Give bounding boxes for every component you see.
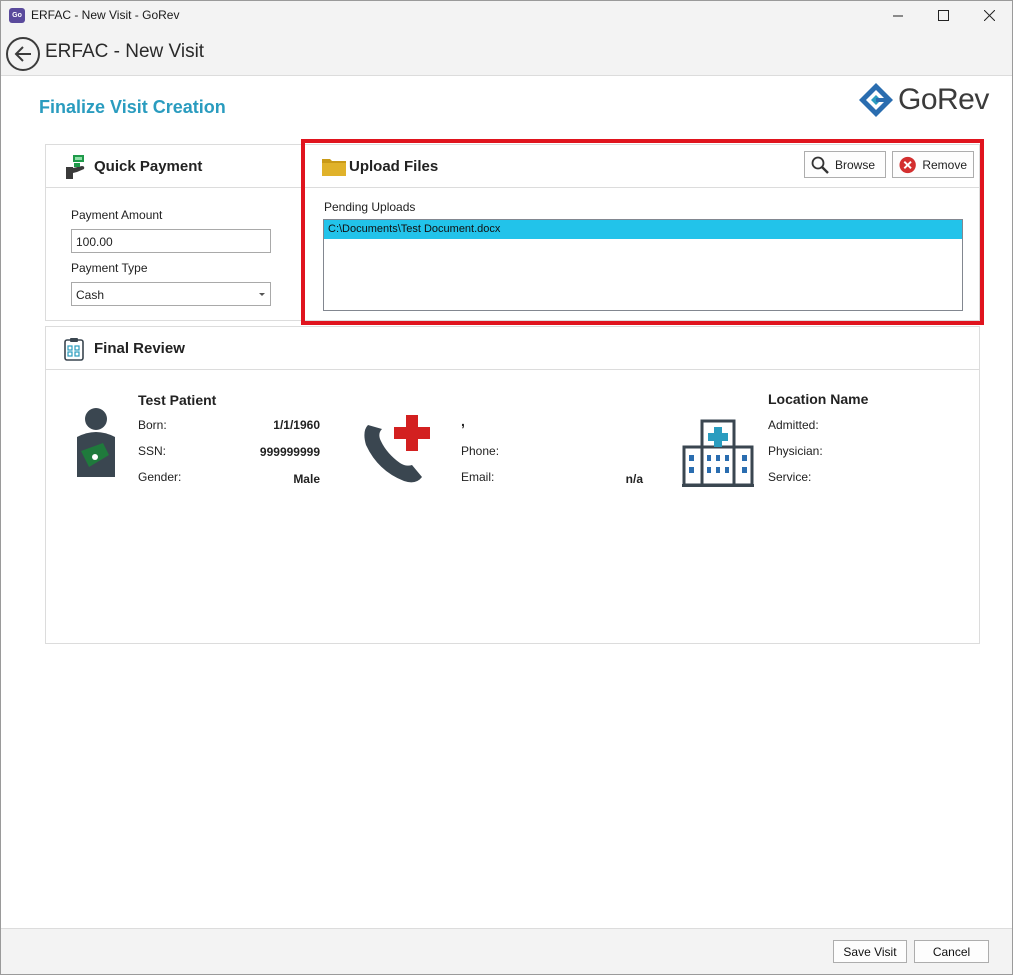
back-button[interactable] [6,37,40,71]
browse-label: Browse [835,157,876,172]
maximize-button[interactable] [920,0,966,31]
gender-value: Male [293,472,320,486]
close-window-button[interactable] [966,0,1012,31]
list-item[interactable]: C:\Documents\Test Document.docx [324,220,962,239]
final-review-panel: Final Review Test Patient Born: 1/1/1960… [45,326,980,644]
arrow-left-icon [14,46,31,62]
payment-type-label: Payment Type [71,261,148,275]
phone-medical-cross-icon [364,415,430,483]
service-label: Service: [768,470,812,484]
folder-icon [322,159,346,176]
final-review-title: Final Review [94,340,185,357]
born-label: Born: [138,418,167,432]
payment-amount-input[interactable]: 100.00 [71,229,271,253]
browse-button[interactable]: Browse [804,151,886,178]
maximize-icon [937,10,949,21]
header-bar: ERFAC - New Visit [0,31,1013,76]
born-value: 1/1/1960 [273,418,320,432]
remove-label: Remove [922,157,967,172]
patient-name: Test Patient [138,392,217,408]
logo-text: GoRev [898,83,989,116]
physician-label: Physician: [768,444,823,458]
ssn-label: SSN: [138,444,167,458]
upload-files-panel: Upload Files Browse Remove Pending Uploa… [304,144,980,321]
gorev-logo: GoRev [858,80,989,120]
remove-button[interactable]: Remove [892,151,974,178]
email-value: n/a [625,472,643,486]
money-hand-icon [66,155,85,179]
email-label: Email: [461,470,495,484]
remove-icon [899,156,916,173]
upload-files-title: Upload Files [349,158,439,175]
contact-name: , [461,413,465,429]
payment-type-select[interactable]: Cash [71,282,271,306]
upload-files-header: Upload Files Browse Remove [305,145,979,188]
quick-payment-panel: Quick Payment Payment Amount 100.00 Paym… [45,144,305,321]
quick-payment-header: Quick Payment [46,145,304,188]
clipboard-icon [64,338,84,361]
page-title: Finalize Visit Creation [39,97,226,117]
magnifier-icon [811,156,829,174]
minimize-icon [893,15,903,16]
ssn-value: 999999999 [259,445,320,459]
cancel-button[interactable]: Cancel [914,940,989,963]
location-name: Location Name [768,391,869,407]
header-title: ERFAC - New Visit [45,41,205,62]
window-title: ERFAC - New Visit - GoRev [31,8,180,22]
title-bar: Go ERFAC - New Visit - GoRev [0,0,1013,31]
pending-uploads-label: Pending Uploads [324,200,416,214]
pending-uploads-list[interactable]: C:\Documents\Test Document.docx [323,219,963,311]
phone-label: Phone: [461,444,500,458]
payment-amount-label: Payment Amount [71,208,163,222]
chevron-down-icon [259,293,265,296]
gender-label: Gender: [138,470,182,484]
admitted-label: Admitted: [768,418,819,432]
final-review-header: Final Review [46,327,979,370]
cancel-label: Cancel [932,944,971,959]
save-visit-label: Save Visit [843,944,897,959]
app-icon: Go [9,8,25,23]
gorev-logo-icon [859,83,893,117]
payment-type-value: Cash [76,288,105,302]
quick-payment-title: Quick Payment [94,158,203,175]
close-icon [983,10,995,21]
hospital-building-icon [682,419,754,487]
save-visit-button[interactable]: Save Visit [833,940,907,963]
minimize-button[interactable] [875,0,921,31]
patient-sling-icon [77,408,115,477]
